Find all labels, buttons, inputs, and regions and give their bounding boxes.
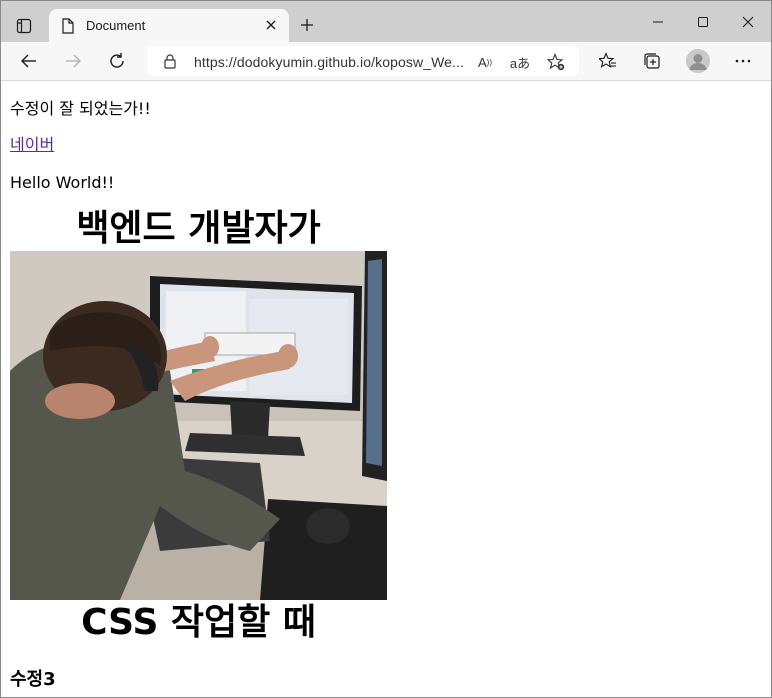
tab-title: Document: [86, 18, 146, 33]
naver-link-container: 네이버: [10, 135, 54, 155]
read-aloud-label: A: [478, 54, 487, 70]
hello-text: Hello World!!: [10, 173, 115, 192]
maximize-icon: [698, 17, 708, 27]
plus-icon: [301, 19, 313, 31]
translate-label: aあ: [509, 55, 531, 71]
title-bar: Document: [1, 1, 771, 42]
naver-link[interactable]: 네이버: [10, 135, 54, 154]
new-tab-button[interactable]: [295, 13, 319, 37]
navigation-toolbar: https://dodokyumin.github.io/koposw_We..…: [1, 42, 771, 81]
avatar-icon: [686, 49, 710, 73]
settings-more-button[interactable]: [729, 47, 757, 75]
read-aloud-icon[interactable]: A)): [474, 51, 496, 73]
meme-bottom-caption: CSS 작업할 때: [81, 602, 316, 643]
url-text[interactable]: https://dodokyumin.github.io/koposw_We..…: [194, 54, 464, 70]
address-bar[interactable]: https://dodokyumin.github.io/koposw_We..…: [147, 46, 579, 76]
refresh-icon: [110, 53, 124, 68]
minimize-button[interactable]: [635, 9, 681, 35]
collections-icon: [644, 53, 660, 69]
favorites-button[interactable]: [594, 47, 622, 75]
tab-actions-icon[interactable]: [9, 11, 39, 41]
maximize-button[interactable]: [680, 9, 726, 35]
document-icon: [61, 18, 75, 38]
collections-button[interactable]: [638, 47, 666, 75]
more-icon: [735, 59, 751, 63]
meme-image: 백엔드 개발자가 CSS 작업할 때: [10, 204, 387, 644]
close-window-button[interactable]: [725, 9, 771, 35]
avatar[interactable]: [686, 49, 710, 73]
section-heading: 수정3: [10, 669, 56, 690]
browser-window: Document https://dodokyumin.github.io/ko…: [0, 0, 772, 698]
lock-icon[interactable]: [163, 53, 177, 73]
close-icon[interactable]: [265, 19, 277, 34]
back-button[interactable]: [15, 47, 43, 75]
refresh-button[interactable]: [103, 47, 131, 75]
forward-arrow-icon: [66, 54, 81, 68]
favorites-icon: [599, 52, 616, 68]
close-icon: [742, 16, 754, 28]
meme-photo: [10, 251, 387, 600]
back-arrow-icon: [21, 54, 36, 68]
star-plus-icon[interactable]: [545, 51, 567, 73]
tab-document[interactable]: Document: [49, 9, 289, 42]
status-text: 수정이 잘 되었는가!!: [10, 99, 151, 118]
translate-icon[interactable]: aあ: [509, 51, 531, 73]
meme-top-caption: 백엔드 개발자가: [76, 208, 321, 249]
minimize-icon: [653, 21, 663, 23]
page-content: 수정이 잘 되었는가!! 네이버 Hello World!! 백엔드 개발자가: [1, 81, 771, 697]
forward-button[interactable]: [59, 47, 87, 75]
